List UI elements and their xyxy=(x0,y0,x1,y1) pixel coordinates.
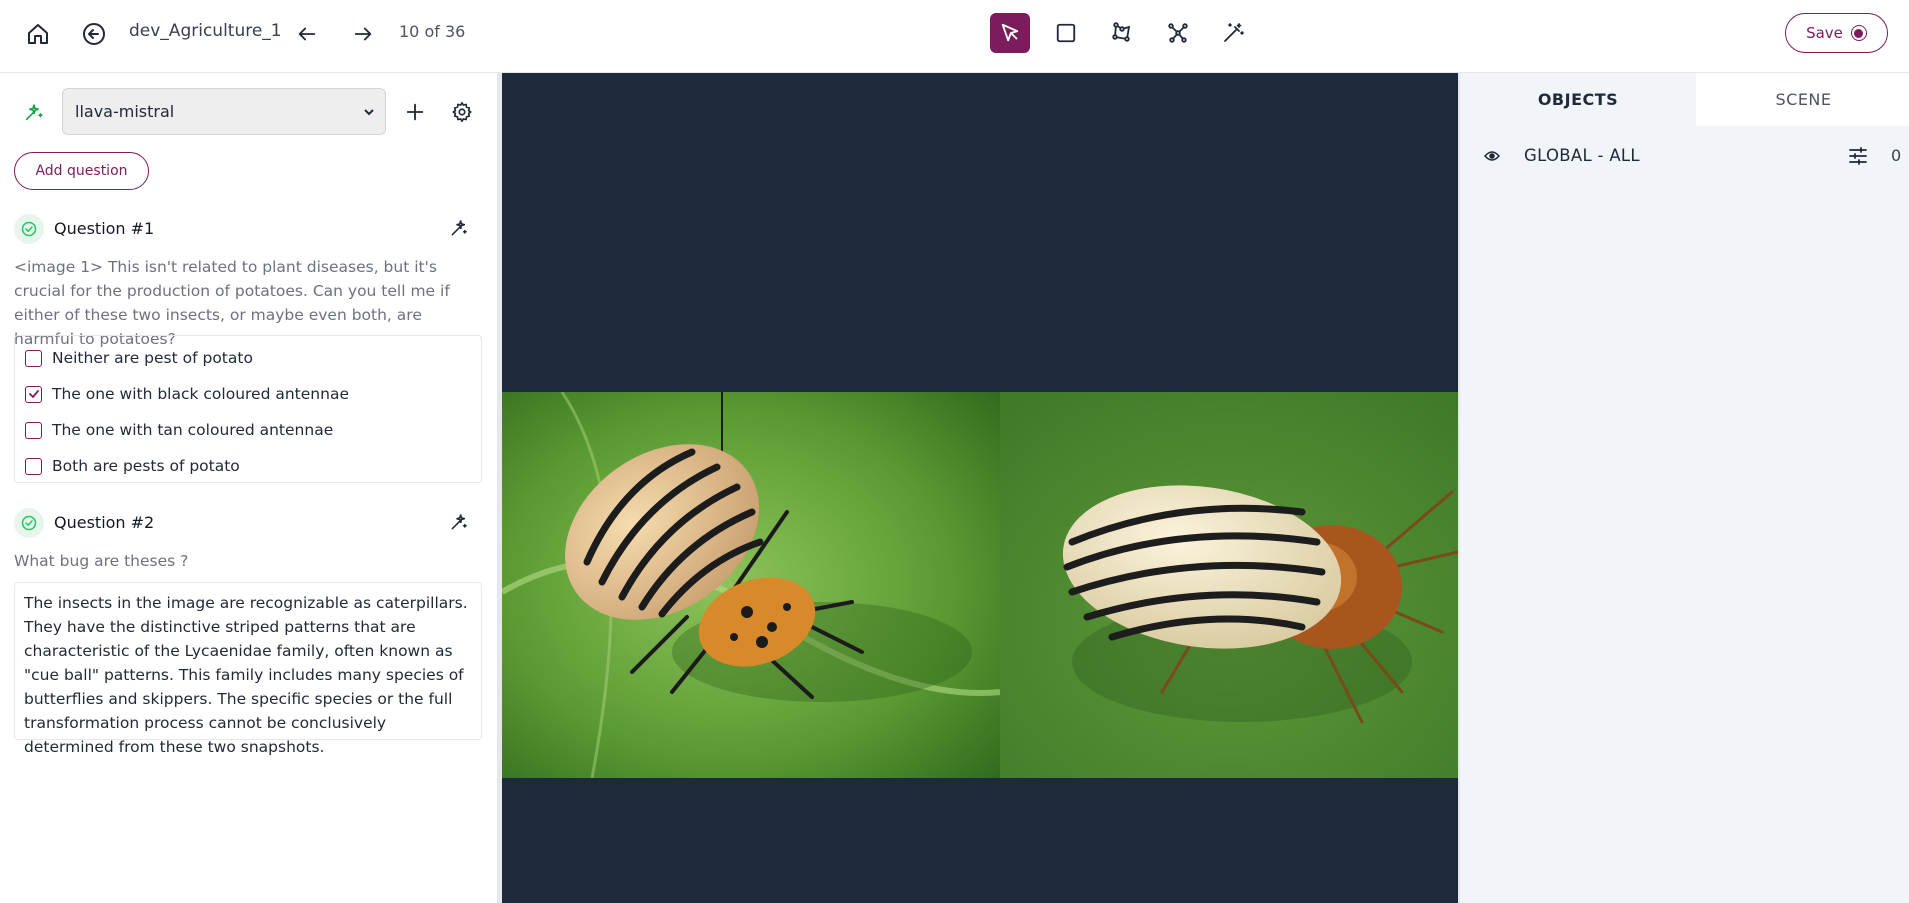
model-row: llava-mistral xyxy=(0,88,497,136)
next-arrow-icon[interactable] xyxy=(350,21,376,47)
model-select[interactable]: llava-mistral xyxy=(62,88,386,135)
option-label: The one with black coloured antennae xyxy=(52,385,349,403)
checkbox[interactable] xyxy=(25,457,42,475)
ai-sparkle-icon[interactable] xyxy=(449,218,469,242)
question-2-header: Question #2 xyxy=(14,508,484,538)
check-circle-icon xyxy=(14,214,44,244)
beetles-image xyxy=(502,392,1458,778)
rectangle-tool-button[interactable] xyxy=(1046,13,1086,53)
option-label: Neither are pest of potato xyxy=(52,349,253,367)
question-2-prompt: What bug are theses ? xyxy=(14,552,189,570)
question-1-title: Question #1 xyxy=(54,219,155,238)
option-item[interactable]: The one with black coloured antennae xyxy=(25,382,349,406)
option-label: Both are pests of potato xyxy=(52,457,240,475)
keypoint-tool-button[interactable] xyxy=(1158,13,1198,53)
polygon-tool-button[interactable] xyxy=(1102,13,1142,53)
option-label: The one with tan coloured antennae xyxy=(52,421,334,439)
model-select-value: llava-mistral xyxy=(75,102,175,121)
sliders-icon[interactable] xyxy=(1846,145,1870,167)
object-label: GLOBAL - ALL xyxy=(1524,146,1640,165)
objects-panel: OBJECTS SCENE GLOBAL - ALL 0 xyxy=(1458,73,1909,903)
checkbox-checked[interactable] xyxy=(25,385,42,403)
plus-icon[interactable] xyxy=(402,99,428,125)
save-label: Save xyxy=(1806,24,1843,42)
add-question-button[interactable]: Add question xyxy=(14,152,149,190)
eye-icon[interactable] xyxy=(1482,148,1502,164)
tab-scene[interactable]: SCENE xyxy=(1696,73,1909,126)
chevron-down-icon xyxy=(364,109,374,116)
save-button[interactable]: Save xyxy=(1785,13,1888,53)
checkbox[interactable] xyxy=(25,349,42,367)
checkbox[interactable] xyxy=(25,421,42,439)
object-row[interactable]: GLOBAL - ALL 0 xyxy=(1460,141,1909,171)
previous-arrow-icon[interactable] xyxy=(294,21,320,47)
tab-objects[interactable]: OBJECTS xyxy=(1460,73,1696,126)
object-count: 0 xyxy=(1891,146,1902,165)
question-2-title: Question #2 xyxy=(54,513,155,532)
question-panel: llava-mistral Add question Question #1 <… xyxy=(0,73,497,903)
check-circle-icon xyxy=(14,508,44,538)
option-item[interactable]: Neither are pest of potato xyxy=(25,346,253,370)
question-1-header: Question #1 xyxy=(14,214,484,244)
option-item[interactable]: The one with tan coloured antennae xyxy=(25,418,333,442)
ai-sparkle-icon xyxy=(22,100,46,124)
question-1-options: Neither are pest of potato The one with … xyxy=(14,335,482,483)
gear-icon[interactable] xyxy=(449,99,475,125)
answer-textarea[interactable]: The insects in the image are recognizabl… xyxy=(14,582,482,756)
home-icon[interactable] xyxy=(24,20,52,48)
dataset-name: dev_Agriculture_1 xyxy=(129,21,282,41)
option-item[interactable]: Both are pests of potato xyxy=(25,454,240,478)
item-counter: 10 of 36 xyxy=(399,22,466,41)
image-canvas[interactable] xyxy=(502,73,1458,903)
top-bar: dev_Agriculture_1 10 of 36 Save xyxy=(0,0,1909,73)
ai-sparkle-icon[interactable] xyxy=(449,512,469,536)
magic-wand-tool-button[interactable] xyxy=(1213,13,1253,53)
record-icon xyxy=(1850,25,1867,41)
pointer-tool-button[interactable] xyxy=(990,13,1030,53)
back-circle-icon[interactable] xyxy=(80,20,108,48)
